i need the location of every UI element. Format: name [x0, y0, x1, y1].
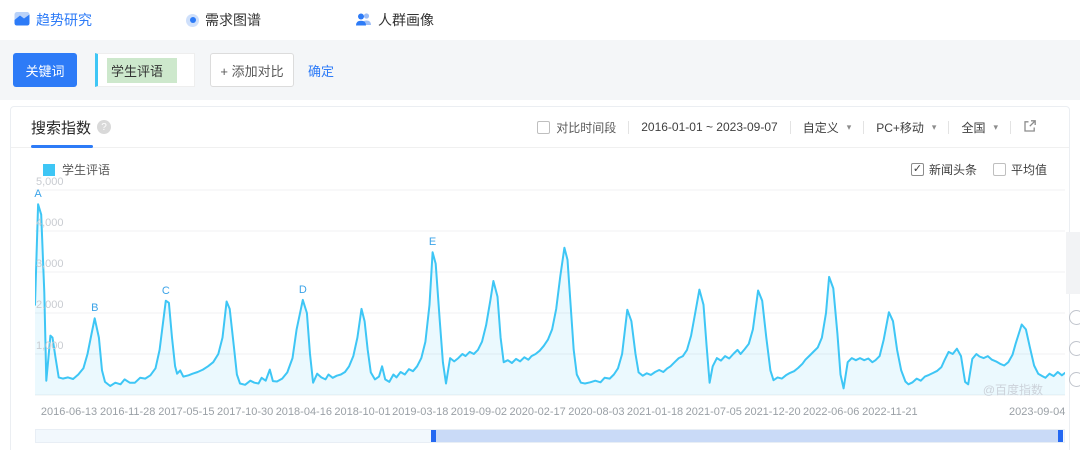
floating-icon[interactable]	[1069, 341, 1080, 356]
news-headlines-toggle[interactable]: ✓ 新闻头条	[910, 161, 977, 178]
demand-graph-icon	[186, 13, 199, 27]
confirm-button[interactable]: 确定	[308, 61, 334, 80]
top-nav: 趋势研究 需求图谱 人群画像	[0, 0, 1080, 40]
keyword-input[interactable]: 学生评语	[95, 53, 195, 87]
keyword-value[interactable]: 学生评语	[107, 57, 178, 83]
date-range-control[interactable]: 2016-01-01 ~ 2023-09-07	[629, 120, 789, 134]
range-mode-value: 自定义	[802, 120, 839, 135]
people-icon	[355, 12, 372, 29]
nav-item-label: 需求图谱	[205, 12, 261, 28]
date-range-value: 2016-01-01 ~ 2023-09-07	[641, 120, 778, 134]
watermark: @百度指数	[982, 383, 1043, 397]
region-value: 全国	[961, 120, 986, 135]
legend-label: 学生评语	[62, 163, 111, 177]
nav-item-trend-research[interactable]: 趋势研究	[14, 10, 92, 30]
legend-swatch	[43, 163, 55, 176]
trend-chart-icon	[14, 11, 30, 29]
external-link-icon	[1023, 119, 1037, 136]
region-select[interactable]: 全国 ▾	[949, 119, 1010, 136]
range-mode-select[interactable]: 自定义 ▾	[791, 119, 864, 136]
search-index-card: 搜索指数 对比时间段 2016-01-01 ~ 2023-09-07 自定义 ▾…	[10, 106, 1070, 450]
nav-item-label: 趋势研究	[36, 12, 92, 28]
slider-right-handle[interactable]	[1057, 430, 1063, 442]
average-toggle[interactable]: 平均值	[992, 161, 1047, 178]
chevron-down-icon: ▾	[931, 121, 937, 132]
news-headlines-checkbox[interactable]: ✓	[910, 163, 924, 176]
chevron-down-icon: ▾	[846, 121, 852, 132]
tab-label: 搜索指数	[31, 119, 92, 137]
slider-selection[interactable]	[432, 430, 1061, 442]
platform-select[interactable]: PC+移动 ▾	[864, 119, 948, 136]
toggle-label: 新闻头条	[928, 163, 977, 177]
chart-controls: 对比时间段 2016-01-01 ~ 2023-09-07 自定义 ▾ PC+移…	[525, 119, 1049, 136]
tab-search-index[interactable]: 搜索指数	[31, 107, 112, 148]
overlay-toggles: ✓ 新闻头条 平均值	[910, 161, 1047, 178]
search-bar: 关键词 学生评语 + 添加对比 确定	[0, 40, 1080, 100]
add-compare-button[interactable]: + 添加对比	[210, 53, 294, 87]
nav-item-persona[interactable]: 人群画像	[355, 10, 434, 30]
floating-sidebar	[1066, 232, 1080, 450]
slider-left-handle[interactable]	[430, 430, 436, 442]
card-header: 搜索指数 对比时间段 2016-01-01 ~ 2023-09-07 自定义 ▾…	[11, 107, 1069, 148]
compare-time-checkbox[interactable]	[537, 120, 551, 134]
help-icon[interactable]	[97, 120, 112, 134]
area-fill	[35, 204, 1065, 395]
floating-sidebar-panel	[1066, 232, 1080, 294]
floating-icon[interactable]	[1069, 310, 1080, 325]
compare-time-label: 对比时间段	[556, 120, 617, 135]
legend-row: 学生评语 ✓ 新闻头条 平均值	[11, 148, 1069, 178]
compare-time-control[interactable]: 对比时间段	[525, 119, 628, 136]
line-chart[interactable]: 1,000 2,000 3,000 4,000 5,000 ABCDE @百度指数	[34, 176, 1065, 400]
chevron-down-icon: ▾	[993, 121, 998, 132]
nav-item-demand-graph[interactable]: 需求图谱	[186, 10, 261, 30]
nav-item-label: 人群画像	[378, 12, 434, 28]
toggle-label: 平均值	[1010, 163, 1047, 177]
platform-value: PC+移动	[876, 120, 924, 135]
x-axis: 2016-06-13 2016-11-28 2017-05-15 2017-10-30…	[40, 406, 1066, 418]
average-checkbox[interactable]	[992, 163, 1006, 176]
floating-icon[interactable]	[1069, 372, 1080, 387]
time-range-slider[interactable]	[35, 429, 1065, 443]
keyword-button[interactable]: 关键词	[13, 53, 77, 87]
export-button[interactable]	[1011, 119, 1049, 136]
